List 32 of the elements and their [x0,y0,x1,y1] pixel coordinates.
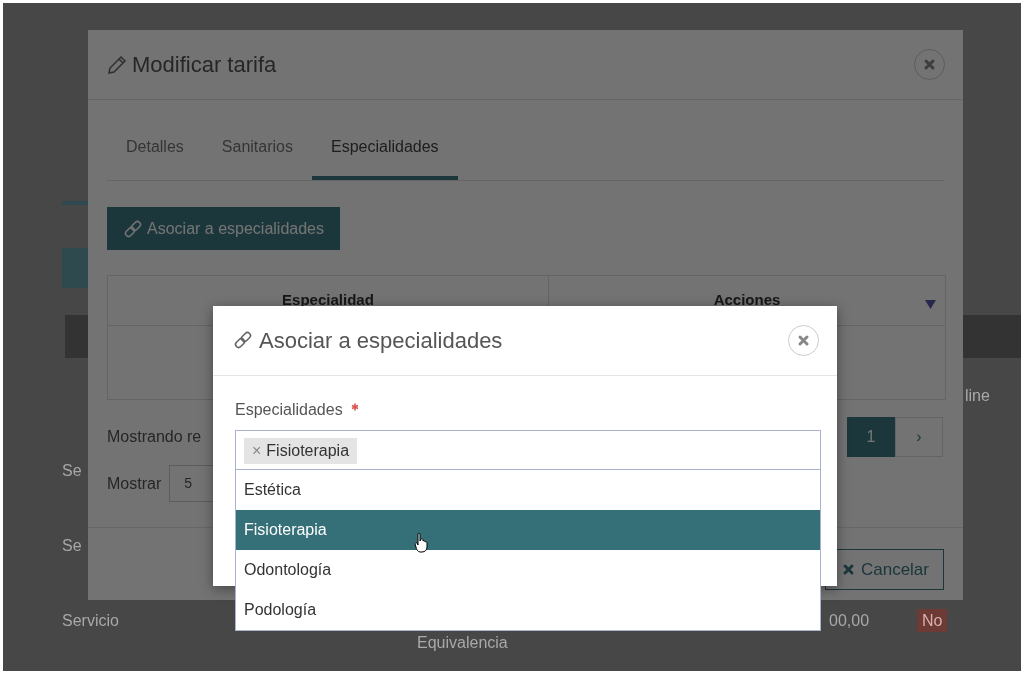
tag-label: Fisioterapia [266,441,350,461]
page-button[interactable]: 1 [847,417,895,457]
associate-button[interactable]: Asociar a especialidades [107,207,340,250]
pencil-icon [106,53,128,76]
page-size-label: Mostrar [107,473,162,494]
tab[interactable]: Especialidades [311,118,458,180]
tab[interactable]: Detalles [107,118,203,180]
dropdown-option[interactable]: Podología [236,590,820,630]
remove-tag-button[interactable]: × [252,439,262,463]
dialog-title: Asociar a especialidades [259,327,503,355]
table-cell: 00,00 [829,611,870,629]
sort-icon [925,300,936,309]
close-button[interactable] [914,49,945,80]
column-header: Especialidad [282,290,374,311]
status-text: Mostrando re [107,427,202,447]
close-button[interactable] [788,325,819,356]
tab[interactable]: Sanitarios [202,118,312,180]
column-header: Acciones [713,290,781,311]
table-cell: Equivalencia [417,633,508,651]
dropdown-option[interactable]: Odontología [236,550,820,590]
dropdown-option[interactable]: Estética [236,470,820,510]
dropdown-option[interactable]: Fisioterapia [236,510,820,550]
status-badge: No [917,608,948,632]
table-cell: Servicio [62,611,119,629]
link-icon [123,219,143,238]
table-cell: Se [62,461,82,479]
table-cell: Se [62,536,82,554]
dialog-title: Modificar tarifa [132,51,277,79]
page-button[interactable]: › [895,417,943,457]
hand-cursor-icon [413,532,429,553]
column-header: line [965,385,990,406]
field-label: Especialidades [235,400,343,420]
